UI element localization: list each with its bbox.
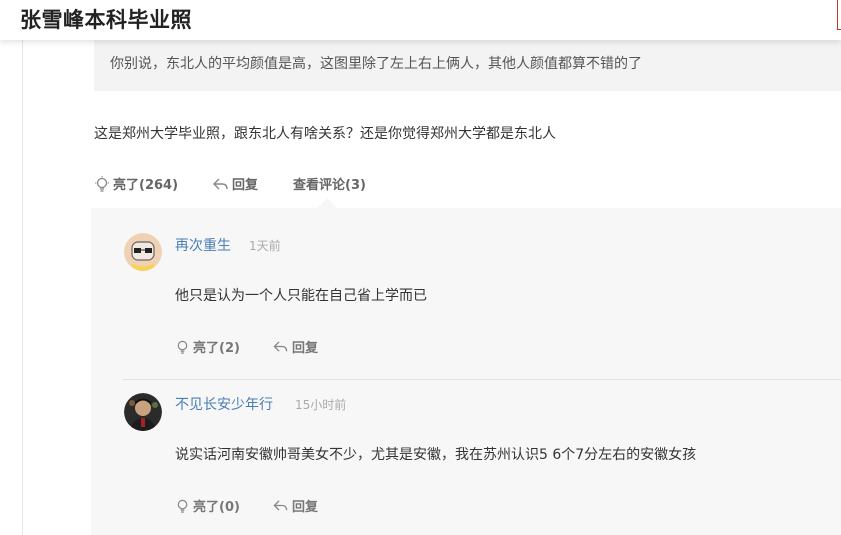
reply-username[interactable]: 不见长安少年行 [175,394,273,414]
reply-like-button[interactable]: 亮了(0) [175,496,240,515]
thread-rule [22,40,23,535]
reply-reply-button[interactable]: 回复 [272,337,318,356]
lightbulb-icon [177,499,188,513]
avatar-image [124,233,162,271]
header-edge-button[interactable] [837,0,841,30]
quoted-comment: 你别说，东北人的平均颜值是高，这图里除了左上右上俩人，其他人颜值都算不错的了 [94,40,841,91]
reply-text: 他只是认为一个人只能在自己省上学而已 [175,288,427,304]
avatar[interactable] [124,233,162,271]
reply-username[interactable]: 再次重生 [175,235,231,255]
reply-divider [123,379,841,380]
quoted-comment-text: 你别说，东北人的平均颜值是高，这图里除了左上右上俩人，其他人颜值都算不错的了 [110,56,642,72]
reply-reply-label: 回复 [292,500,319,515]
like-button[interactable]: 亮了(264) [94,174,178,193]
view-comments-label: 查看评论(3) [293,178,366,193]
lightbulb-icon [95,175,109,192]
comment-text: 这是郑州大学毕业照，跟东北人有啥关系？还是你觉得郑州大学都是东北人 [94,126,556,142]
reply-label: 回复 [232,178,259,193]
replies-pointer [316,198,338,209]
reply-reply-button[interactable]: 回复 [272,496,318,515]
reply-time: 1天前 [249,239,281,253]
like-label: 亮了(264) [113,178,179,193]
reply-like-button[interactable]: 亮了(2) [175,337,240,356]
reply-arrow-icon [273,341,288,352]
page-header: 张雪峰本科毕业照 [0,0,841,40]
view-comments-button[interactable]: 查看评论(3) [293,174,366,193]
reply-arrow-icon [213,178,228,189]
reply-like-label: 亮了(0) [193,500,240,515]
lightbulb-icon [177,340,188,354]
page-title: 张雪峰本科毕业照 [20,8,192,32]
reply-text: 说实话河南安徽帅哥美女不少，尤其是安徽，我在苏州认识5 6个7分左右的安徽女孩 [175,447,697,463]
reply-arrow-icon [273,500,288,511]
reply-time: 15小时前 [295,398,347,412]
reply-like-label: 亮了(2) [193,341,240,356]
avatar-image [124,393,162,431]
avatar[interactable] [124,393,162,431]
replies-panel [91,208,841,535]
reply-reply-label: 回复 [292,341,319,356]
reply-button[interactable]: 回复 [212,174,258,193]
